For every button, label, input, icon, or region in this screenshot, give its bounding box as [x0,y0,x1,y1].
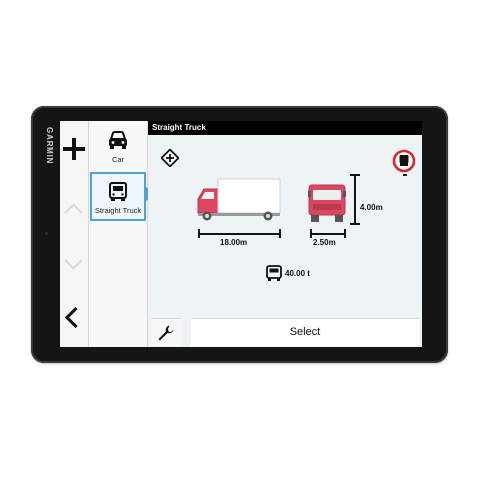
height-value: 4.00m [360,203,383,212]
length-tick-left [198,229,200,238]
width-tick-right [344,229,346,238]
vehicle-profile-panel: 18.00m 2.50m 4.00m 40.00 t [148,135,422,316]
screen: Car Straight Truck Straight Truck 18.00m… [60,121,422,347]
settings-button[interactable] [151,318,181,346]
height-dimension-line [354,174,356,225]
weight-truck-icon [266,265,282,281]
no-trucks-sign-icon[interactable] [392,149,416,173]
vehicle-list: Car Straight Truck [89,121,148,347]
page-title: Straight Truck [152,123,206,132]
length-tick-right [279,229,281,238]
truck-side-view-icon [197,178,281,221]
hazmat-diamond-icon[interactable] [161,149,179,167]
weight-value: 40.00 t [285,269,310,278]
select-button[interactable]: Select [191,318,419,346]
left-nav [60,121,89,347]
height-tick-bottom [350,223,360,225]
vehicle-item-straight-truck[interactable]: Straight Truck [90,172,146,221]
header-bar: Straight Truck [148,121,422,135]
truck-front-view-icon [308,184,346,222]
car-icon [109,131,127,149]
add-vehicle-plus-icon[interactable] [63,138,85,160]
vehicle-item-car[interactable]: Car [90,123,146,171]
width-tick-left [310,229,312,238]
length-value: 18.00m [220,238,248,247]
width-dimension-line [310,233,346,235]
height-tick-top [350,174,360,176]
scroll-up-chevron-icon[interactable] [64,203,83,222]
scroll-down-chevron-icon[interactable] [64,251,83,270]
truck-icon [109,182,127,201]
back-chevron-icon[interactable] [64,306,87,329]
brand-logo: GARMIN [45,127,54,165]
vehicle-label: Car [111,155,125,164]
width-value: 2.50m [313,238,336,247]
select-button-label: Select [289,326,321,338]
camera-dot [45,232,48,235]
length-dimension-line [198,233,281,235]
wrench-icon [158,325,174,341]
sign-dash [403,174,407,176]
vehicle-label: Straight Truck [94,206,142,215]
